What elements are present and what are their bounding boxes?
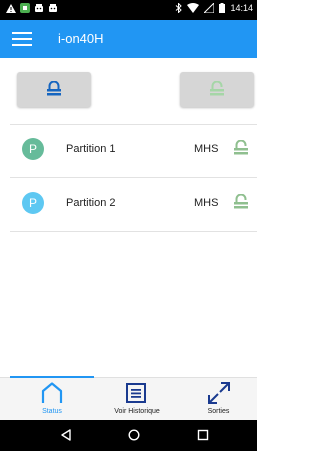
android-icon	[49, 4, 57, 12]
battery-icon	[219, 3, 226, 13]
active-tab-indicator	[10, 376, 94, 378]
partition-unlock-icon[interactable]	[232, 194, 250, 212]
app-title: i-on40H	[58, 31, 104, 46]
app-icon	[20, 3, 30, 13]
partition-avatar: P	[22, 192, 44, 214]
arm-all-button[interactable]	[17, 72, 91, 107]
partition-state: MHS	[194, 143, 219, 155]
home-icon[interactable]	[128, 429, 140, 441]
menu-icon[interactable]	[12, 30, 32, 48]
signal-icon	[204, 3, 215, 13]
warning-icon	[6, 3, 16, 13]
partition-state: MHS	[194, 197, 219, 209]
recents-icon[interactable]	[197, 429, 209, 441]
tab-label: Status	[42, 408, 62, 415]
status-time: 14:14	[230, 3, 253, 13]
partition-name: Partition 2	[66, 197, 116, 209]
system-navigation-bar	[0, 420, 257, 451]
bottom-navigation: Status Voir Historique Sorties	[0, 377, 257, 421]
partition-avatar: P	[22, 138, 44, 160]
status-bar: 14:14	[0, 0, 257, 20]
status-right-icons: 14:14	[175, 3, 253, 13]
tab-sorties[interactable]: Sorties	[180, 378, 257, 421]
list-icon	[126, 383, 146, 403]
divider	[10, 177, 257, 178]
status-left-icons	[6, 3, 58, 13]
divider	[10, 231, 257, 232]
tab-status[interactable]: Status	[10, 378, 94, 421]
divider	[10, 124, 257, 125]
bluetooth-icon	[176, 3, 183, 13]
expand-arrows-icon	[208, 382, 230, 404]
disarm-all-button[interactable]	[180, 72, 254, 107]
partition-row-1[interactable]: P Partition 1 MHS	[0, 127, 257, 177]
lock-icon	[47, 80, 61, 95]
partition-unlock-icon[interactable]	[232, 140, 250, 158]
partition-row-2[interactable]: P Partition 2 MHS	[0, 181, 257, 231]
home-outline-icon	[41, 382, 63, 403]
app-bar: i-on40H	[0, 20, 257, 58]
partition-name: Partition 1	[66, 143, 116, 155]
tab-label: Sorties	[207, 408, 230, 415]
back-icon[interactable]	[60, 429, 72, 441]
android-icon	[35, 4, 43, 12]
wifi-icon	[187, 3, 200, 13]
tab-label: Voir Historique	[114, 408, 160, 415]
tab-voir-historique[interactable]: Voir Historique	[94, 378, 180, 421]
unlock-icon	[210, 80, 224, 95]
